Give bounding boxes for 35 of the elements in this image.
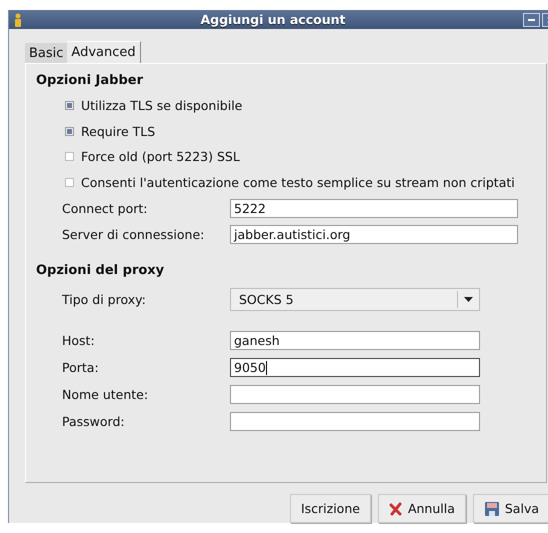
checkbox-label: Utilizza TLS se disponibile xyxy=(81,98,242,114)
minimize-icon xyxy=(528,18,535,20)
checkbox[interactable] xyxy=(65,178,74,187)
input-field[interactable] xyxy=(230,385,480,404)
checkbox-label: Require TLS xyxy=(81,124,156,139)
minimize-button[interactable] xyxy=(523,12,540,26)
proxy-type-dropdown[interactable]: SOCKS 5 xyxy=(230,288,480,310)
register-button[interactable]: Iscrizione xyxy=(290,494,371,523)
field-label: Server di connessione: xyxy=(62,226,206,242)
section-heading: Opzioni del proxy xyxy=(36,263,166,280)
window-title: Aggiungi un account xyxy=(199,12,346,27)
tab[interactable]: Advanced xyxy=(67,41,141,63)
dropdown-arrow-icon xyxy=(464,296,473,302)
checkbox[interactable] xyxy=(65,126,74,136)
tab[interactable]: Basic xyxy=(25,43,68,63)
field-label: Connect port: xyxy=(62,200,148,216)
checkbox-label: Force old (port 5223) SSL xyxy=(81,149,240,164)
checkbox[interactable] xyxy=(65,152,74,162)
field-label: Porta: xyxy=(62,360,100,375)
section-heading: Opzioni Jabber xyxy=(36,73,144,90)
input-field[interactable]: ganesh xyxy=(230,331,480,350)
input-field[interactable] xyxy=(230,412,480,431)
app-icon xyxy=(13,12,23,26)
input-field[interactable]: 5222 xyxy=(230,198,518,218)
input-field[interactable]: jabber.autistici.org xyxy=(230,224,518,244)
checkbox[interactable] xyxy=(65,101,74,110)
save-button[interactable]: Salva xyxy=(472,494,548,523)
checkbox-label: Consenti l'autenticazione come testo semplice su stream non criptati xyxy=(81,174,515,190)
field-label: Tipo di proxy: xyxy=(62,292,147,306)
field-label: Host: xyxy=(62,333,96,348)
cross-icon xyxy=(388,502,403,516)
field-label: Password: xyxy=(62,414,126,429)
input-field[interactable]: 9050 xyxy=(230,358,480,377)
cancel-button[interactable]: Annulla xyxy=(378,494,466,523)
field-label: Nome utente: xyxy=(62,387,150,402)
